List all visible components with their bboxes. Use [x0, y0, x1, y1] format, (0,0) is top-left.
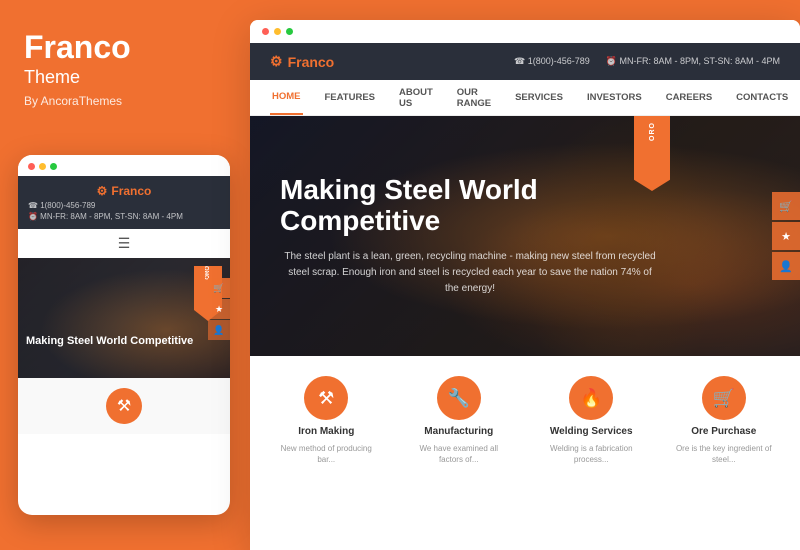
mobile-mockup: ⚙ Franco ☎ 1(800)-456-789 ⏰ MN-FR: 8AM -…	[18, 155, 230, 515]
mobile-hero-text: Making Steel World Competitive	[26, 335, 222, 348]
dot-red	[28, 163, 35, 170]
iron-making-icon: ⚒	[304, 376, 348, 420]
manufacturing-label: Manufacturing	[424, 426, 493, 437]
mobile-phone: ☎ 1(800)-456-789	[28, 201, 220, 210]
nav-careers[interactable]: CAREERS	[664, 80, 714, 115]
mobile-header: ⚙ Franco ☎ 1(800)-456-789 ⏰ MN-FR: 8AM -…	[18, 176, 230, 229]
desktop-logo: ⚙ Franco	[270, 53, 334, 70]
hero-icon-star[interactable]: ★	[772, 222, 800, 250]
ore-purchase-label: Ore Purchase	[691, 426, 756, 437]
welding-desc: Welding is a fabrication process...	[541, 443, 641, 465]
hero-bookmark: ORO	[634, 116, 670, 191]
mobile-hours: ⏰ MN-FR: 8AM - 8PM, ST-SN: 8AM - 4PM	[28, 212, 220, 221]
feature-manufacturing: 🔧 Manufacturing We have examined all fac…	[409, 376, 509, 465]
desktop-dot-red	[262, 28, 269, 35]
iron-making-label: Iron Making	[298, 426, 354, 437]
iron-making-desc: New method of producing bar...	[276, 443, 376, 465]
desktop-mockup: ⚙ Franco ☎ 1(800)-456-789 ⏰ MN-FR: 8AM -…	[250, 20, 800, 550]
theme-title: Franco	[24, 30, 224, 65]
mobile-hero: Making Steel World Competitive ORO 🛒 ★ 👤	[18, 258, 230, 378]
nav-contacts[interactable]: CONTACTS	[734, 80, 790, 115]
desktop-hero: ORO 🛒 ★ 👤 Making Steel World Competitive…	[250, 116, 800, 356]
mobile-icon-cart[interactable]: 🛒	[208, 278, 230, 298]
hamburger-icon[interactable]: ☰	[118, 235, 131, 252]
theme-subtitle: Theme	[24, 67, 224, 88]
dot-green	[50, 163, 57, 170]
welding-icon: 🔥	[569, 376, 613, 420]
mobile-feature-icon: ⚒	[106, 388, 142, 424]
hero-description: The steel plant is a lean, green, recycl…	[280, 249, 660, 297]
nav-investors[interactable]: INVESTORS	[585, 80, 644, 115]
nav-services[interactable]: SERVICES	[513, 80, 565, 115]
hero-sidebar-icons: 🛒 ★ 👤	[772, 192, 800, 280]
feature-ore-purchase: 🛒 Ore Purchase Ore is the key ingredient…	[674, 376, 774, 465]
desktop-hours: ⏰ MN-FR: 8AM - 8PM, ST-SN: 8AM - 4PM	[606, 56, 780, 67]
mobile-icon-star[interactable]: ★	[208, 299, 230, 319]
mobile-icon-user[interactable]: 👤	[208, 320, 230, 340]
ore-purchase-icon: 🛒	[702, 376, 746, 420]
mobile-window-dots	[18, 155, 230, 176]
nav-features[interactable]: FEATURES	[323, 80, 378, 115]
mobile-nav: ☰	[18, 229, 230, 258]
nav-home[interactable]: HOME	[270, 80, 303, 115]
features-bar: ⚒ Iron Making New method of producing ba…	[250, 356, 800, 477]
dot-yellow	[39, 163, 46, 170]
hero-icon-cart[interactable]: 🛒	[772, 192, 800, 220]
manufacturing-desc: We have examined all factors of...	[409, 443, 509, 465]
ore-purchase-desc: Ore is the key ingredient of steel...	[674, 443, 774, 465]
mobile-gear-icon: ⚙	[97, 184, 108, 198]
feature-welding: 🔥 Welding Services Welding is a fabricat…	[541, 376, 641, 465]
desktop-nav: HOME FEATURES ABOUT US OUR RANGE SERVICE…	[250, 80, 800, 116]
desktop-dot-yellow	[274, 28, 281, 35]
desktop-gear-icon: ⚙	[270, 53, 283, 70]
desktop-window-dots	[250, 20, 800, 43]
hero-content: Making Steel World Competitive The steel…	[280, 175, 660, 297]
mobile-logo: ⚙ Franco	[28, 184, 220, 198]
mobile-features: ⚒	[18, 378, 230, 434]
feature-iron-making: ⚒ Iron Making New method of producing ba…	[276, 376, 376, 465]
desktop-header: ⚙ Franco ☎ 1(800)-456-789 ⏰ MN-FR: 8AM -…	[250, 43, 800, 80]
manufacturing-icon: 🔧	[437, 376, 481, 420]
desktop-dot-green	[286, 28, 293, 35]
mobile-anvil-icon: ⚒	[117, 396, 131, 416]
welding-label: Welding Services	[550, 426, 633, 437]
desktop-phone: ☎ 1(800)-456-789	[514, 56, 590, 67]
bookmark-text: ORO	[649, 122, 656, 141]
theme-author: By AncoraThemes	[24, 94, 224, 108]
nav-about[interactable]: ABOUT US	[397, 80, 435, 115]
desktop-header-right: ☎ 1(800)-456-789 ⏰ MN-FR: 8AM - 8PM, ST-…	[514, 56, 780, 67]
nav-range[interactable]: OUR RANGE	[455, 80, 493, 115]
left-panel: Franco Theme By AncoraThemes ⚙ Franco ☎ …	[0, 0, 248, 550]
hero-icon-user[interactable]: 👤	[772, 252, 800, 280]
mobile-sidebar-icons: 🛒 ★ 👤	[208, 278, 230, 340]
hero-title: Making Steel World Competitive	[280, 175, 660, 237]
